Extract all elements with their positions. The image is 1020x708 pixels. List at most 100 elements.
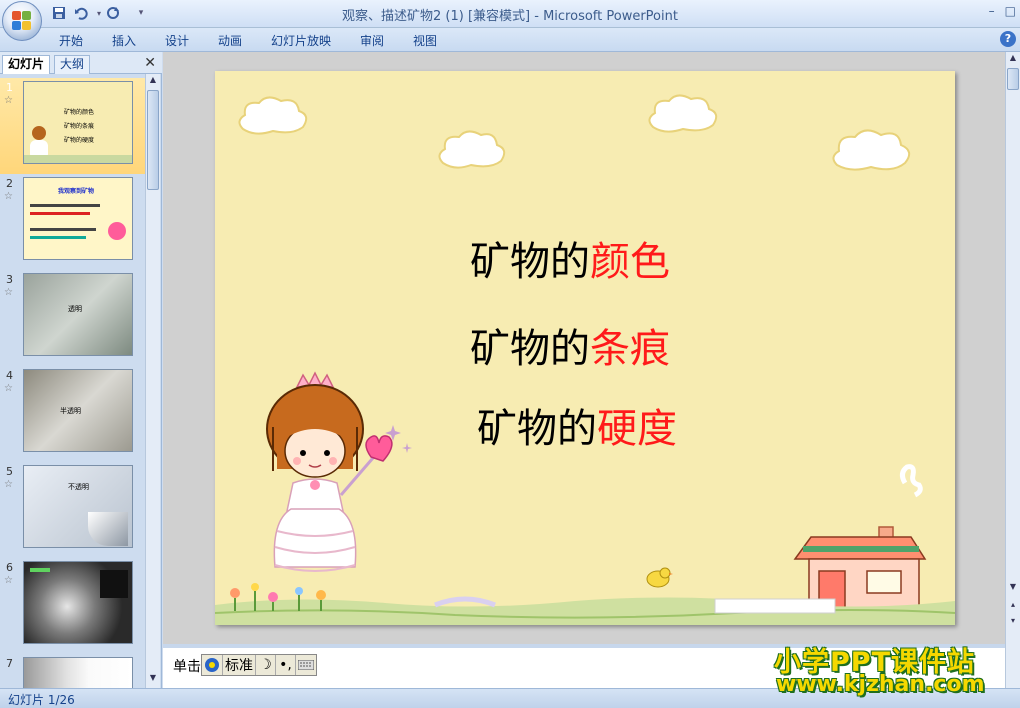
slide-thumbnail-4[interactable]: 4 ☆ 半透明 (0, 366, 145, 462)
animation-star-icon: ☆ (4, 479, 13, 490)
pane-tabs: 幻灯片 大纲 ✕ (0, 52, 162, 74)
slide-editor: 矿物的颜色 矿物的条痕 矿物的硬度 (163, 52, 1005, 644)
slide-number: 5 (6, 465, 13, 478)
slide-preview: 我观察到矿物 (23, 177, 133, 260)
tab-slideshow[interactable]: 幻灯片放映 (271, 32, 331, 49)
tab-home[interactable]: 开始 (59, 32, 83, 49)
slide-preview: 不透明 (23, 465, 133, 548)
cloud-icon (832, 129, 911, 171)
slide-thumbnail-7[interactable]: 7 (0, 654, 145, 688)
cloud-icon (438, 130, 506, 169)
next-slide-icon[interactable]: ▾ (1007, 616, 1019, 630)
line-keyword: 颜色 (590, 239, 670, 285)
slide-thumbnail-6[interactable]: 6 ☆ (0, 558, 145, 654)
thumb-heading: 我观察到矿物 (58, 188, 95, 195)
thumb-line: 矿物的条痕 (64, 123, 95, 130)
ime-toolbar[interactable]: 标准 ☽ •, (201, 654, 317, 676)
thumb-label: 不透明 (68, 483, 89, 491)
scroll-up-icon[interactable]: ▲ (147, 75, 159, 89)
scroll-down-icon[interactable]: ▼ (147, 673, 159, 687)
animation-star-icon: ☆ (4, 287, 13, 298)
thumb-line: 矿物的硬度 (64, 137, 95, 144)
text-line (30, 204, 100, 207)
minimize-button[interactable]: – (989, 4, 995, 18)
slide-thumbnail-3[interactable]: 3 ☆ 透明 (0, 270, 145, 366)
soft-keyboard-icon[interactable] (296, 655, 316, 675)
line-keyword: 硬度 (597, 406, 677, 452)
cloud-icon (238, 96, 308, 135)
line-prefix: 矿物的 (470, 239, 590, 285)
animation-star-icon: ☆ (4, 191, 13, 202)
flowers-icon (230, 583, 326, 611)
ribbon-tabs: 开始 插入 设计 动画 幻灯片放映 审阅 视图 ? (0, 28, 1020, 52)
slide-thumbnail-5[interactable]: 5 ☆ 不透明 (0, 462, 145, 558)
office-button[interactable] (2, 1, 42, 41)
tab-review[interactable]: 审阅 (360, 32, 384, 49)
slide-preview (23, 561, 133, 644)
slide-line-color[interactable]: 矿物的颜色 (470, 229, 670, 287)
slide-counter: 幻灯片 1/26 (8, 693, 75, 707)
scroll-down-icon[interactable]: ▼ (1007, 582, 1019, 596)
tab-design[interactable]: 设计 (165, 32, 189, 49)
slide-preview: 透明 (23, 273, 133, 356)
slide-preview: 半透明 (23, 369, 133, 452)
slide-thumbnail-2[interactable]: 2 ☆ 我观察到矿物 (0, 174, 145, 270)
page-curl-icon (88, 512, 128, 546)
slide-line-hardness[interactable]: 矿物的硬度 (477, 396, 677, 454)
help-icon[interactable]: ? (1000, 31, 1016, 47)
scroll-thumb[interactable] (1007, 68, 1019, 90)
ime-logo-icon[interactable] (202, 655, 223, 675)
slide-number: 1 (6, 81, 13, 94)
tab-insert[interactable]: 插入 (112, 32, 136, 49)
animation-star-icon: ☆ (4, 383, 13, 394)
slide-number: 6 (6, 561, 13, 574)
thumb-label: 透明 (68, 305, 82, 313)
watermark-url: www.kjzhan.com (776, 672, 985, 697)
tab-slides[interactable]: 幻灯片 (2, 55, 51, 74)
window-title: 观察、描述矿物2 (1) [兼容模式] - Microsoft PowerPoi… (342, 9, 678, 24)
slides-scrollbar[interactable]: ▲ ▼ (145, 74, 160, 688)
animation-star-icon: ☆ (4, 95, 13, 106)
tab-animations[interactable]: 动画 (218, 32, 242, 49)
ime-mode-button[interactable]: 标准 (223, 655, 256, 675)
previous-slide-icon[interactable]: ▴ (1007, 600, 1019, 614)
text-line (30, 228, 96, 231)
tab-outline[interactable]: 大纲 (54, 55, 91, 74)
caption-box (100, 570, 128, 598)
cartoon-mini-icon (108, 222, 126, 240)
scroll-up-icon[interactable]: ▲ (1007, 53, 1019, 67)
scroll-thumb[interactable] (147, 90, 159, 190)
notes-placeholder: 单击 (173, 659, 201, 675)
editor-scrollbar[interactable]: ▲ ▼ ▴ ▾ (1005, 52, 1020, 688)
girl-mini-icon (32, 126, 46, 140)
half-width-moon-icon[interactable]: ☽ (256, 655, 276, 675)
slide-line-streak[interactable]: 矿物的条痕 (470, 316, 670, 374)
slide-number: 2 (6, 177, 13, 190)
chick-icon (646, 567, 673, 588)
slide-number: 7 (6, 657, 13, 670)
animation-star-icon: ☆ (4, 575, 13, 586)
tab-view[interactable]: 视图 (413, 32, 437, 49)
slide-number: 4 (6, 369, 13, 382)
line-keyword: 条痕 (590, 326, 670, 372)
punctuation-icon[interactable]: •, (276, 655, 296, 675)
line-prefix: 矿物的 (477, 406, 597, 452)
close-pane-icon[interactable]: ✕ (144, 55, 156, 71)
slide-canvas[interactable]: 矿物的颜色 矿物的条痕 矿物的硬度 (215, 71, 955, 625)
grass-strip (24, 155, 132, 163)
slide-preview (23, 657, 133, 688)
slide-thumbnail-1[interactable]: 1 ☆ 矿物的颜色 矿物的条痕 矿物的硬度 (0, 78, 145, 174)
text-line (30, 568, 50, 572)
line-prefix: 矿物的 (470, 326, 590, 372)
cloud-icon (648, 94, 718, 133)
slides-pane: 幻灯片 大纲 ✕ 1 ☆ 矿物的颜色 矿物的条痕 矿物的硬度 2 ☆ 我观察到矿… (0, 52, 162, 688)
thumb-label: 半透明 (60, 407, 81, 415)
slide-number: 3 (6, 273, 13, 286)
slide-preview: 矿物的颜色 矿物的条痕 矿物的硬度 (23, 81, 133, 164)
restore-button[interactable]: □ (1005, 4, 1016, 18)
thumb-line: 矿物的颜色 (64, 109, 95, 116)
site-watermark: 小学PPT课件站 www.kjzhan.com (774, 640, 1004, 702)
text-line (30, 236, 86, 239)
text-line (30, 212, 90, 215)
office-logo-icon (12, 11, 32, 31)
